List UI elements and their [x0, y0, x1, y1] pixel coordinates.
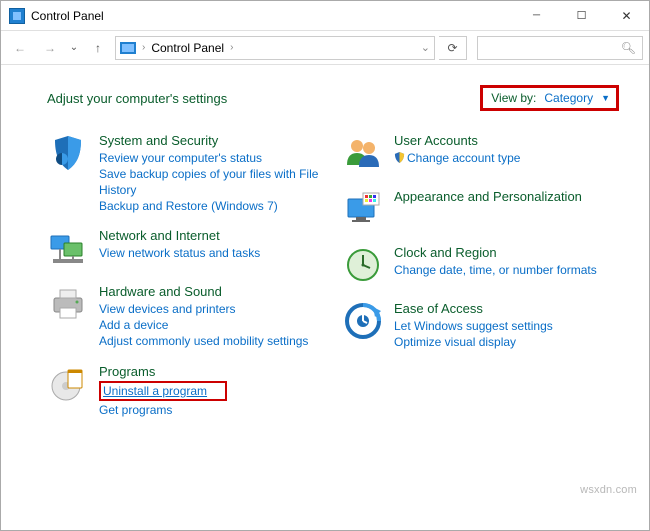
category-title[interactable]: Hardware and Sound	[99, 284, 324, 300]
link-view-devices[interactable]: View devices and printers	[99, 301, 324, 317]
page-heading: Adjust your computer's settings	[47, 91, 468, 106]
titlebar: Control Panel	[1, 1, 649, 31]
ease-of-access-icon	[342, 301, 384, 343]
programs-icon	[47, 364, 89, 406]
network-icon	[47, 228, 89, 270]
breadcrumb-root[interactable]: Control Panel	[151, 41, 224, 55]
view-by-value: Category	[544, 91, 593, 105]
chevron-right-icon: ›	[230, 42, 233, 53]
category-programs: Programs Uninstall a program Get program…	[47, 364, 324, 419]
right-column: User Accounts Change account type Appear…	[342, 133, 619, 432]
shield-icon	[47, 133, 89, 175]
control-panel-icon	[120, 42, 136, 54]
uac-shield-icon	[394, 151, 405, 162]
forward-button[interactable]: →	[37, 36, 63, 60]
printer-icon	[47, 284, 89, 326]
content-area: Adjust your computer's settings View by:…	[1, 65, 649, 442]
highlight-uninstall-program: Uninstall a program	[99, 381, 227, 401]
user-accounts-icon	[342, 133, 384, 175]
search-input[interactable]: 🔍︎	[477, 36, 643, 60]
history-dropdown-button[interactable]: ⌄	[67, 36, 81, 60]
link-review-status[interactable]: Review your computer's status	[99, 150, 324, 166]
refresh-button[interactable]: ⟳	[439, 36, 467, 60]
navbar: ← → ⌄ ↑ › Control Panel › ⌄ ⟳ 🔍︎	[1, 31, 649, 65]
link-suggest-settings[interactable]: Let Windows suggest settings	[394, 318, 619, 334]
link-file-history[interactable]: Save backup copies of your files with Fi…	[99, 166, 324, 198]
view-by-label: View by:	[491, 91, 536, 105]
link-network-status[interactable]: View network status and tasks	[99, 245, 324, 261]
window-title: Control Panel	[31, 9, 104, 23]
category-title[interactable]: Programs	[99, 364, 324, 380]
link-uninstall-program[interactable]: Uninstall a program	[103, 383, 223, 399]
chevron-right-icon: ›	[142, 42, 145, 53]
address-bar[interactable]: › Control Panel › ⌄	[115, 36, 435, 60]
link-mobility-settings[interactable]: Adjust commonly used mobility settings	[99, 333, 324, 349]
category-user-accounts: User Accounts Change account type	[342, 133, 619, 175]
category-title[interactable]: Ease of Access	[394, 301, 619, 317]
clock-icon	[342, 245, 384, 287]
watermark: wsxdn.com	[580, 484, 637, 496]
close-button[interactable]	[604, 2, 649, 30]
app-icon	[9, 8, 25, 24]
category-ease-of-access: Ease of Access Let Windows suggest setti…	[342, 301, 619, 350]
category-title[interactable]: Clock and Region	[394, 245, 619, 261]
category-clock-region: Clock and Region Change date, time, or n…	[342, 245, 619, 287]
category-appearance: Appearance and Personalization	[342, 189, 619, 231]
link-backup-restore[interactable]: Backup and Restore (Windows 7)	[99, 198, 324, 214]
maximize-button[interactable]	[559, 2, 604, 30]
left-column: System and Security Review your computer…	[47, 133, 324, 432]
up-button[interactable]: ↑	[85, 36, 111, 60]
category-title[interactable]: System and Security	[99, 133, 324, 149]
category-title[interactable]: Network and Internet	[99, 228, 324, 244]
appearance-icon	[342, 189, 384, 231]
link-change-date-time[interactable]: Change date, time, or number formats	[394, 262, 619, 278]
search-icon: 🔍︎	[621, 41, 636, 55]
back-button[interactable]: ←	[7, 36, 33, 60]
link-optimize-display[interactable]: Optimize visual display	[394, 334, 619, 350]
category-title[interactable]: User Accounts	[394, 133, 619, 149]
link-change-account-type[interactable]: Change account type	[394, 150, 619, 166]
minimize-button[interactable]	[514, 2, 559, 30]
category-network-internet: Network and Internet View network status…	[47, 228, 324, 270]
category-title[interactable]: Appearance and Personalization	[394, 189, 619, 205]
chevron-down-icon: ▼	[601, 93, 610, 103]
address-dropdown-icon[interactable]: ⌄	[421, 41, 430, 54]
category-system-security: System and Security Review your computer…	[47, 133, 324, 214]
link-add-device[interactable]: Add a device	[99, 317, 324, 333]
link-get-programs[interactable]: Get programs	[99, 402, 324, 418]
category-hardware-sound: Hardware and Sound View devices and prin…	[47, 284, 324, 349]
view-by-selector[interactable]: View by: Category ▼	[480, 85, 619, 111]
